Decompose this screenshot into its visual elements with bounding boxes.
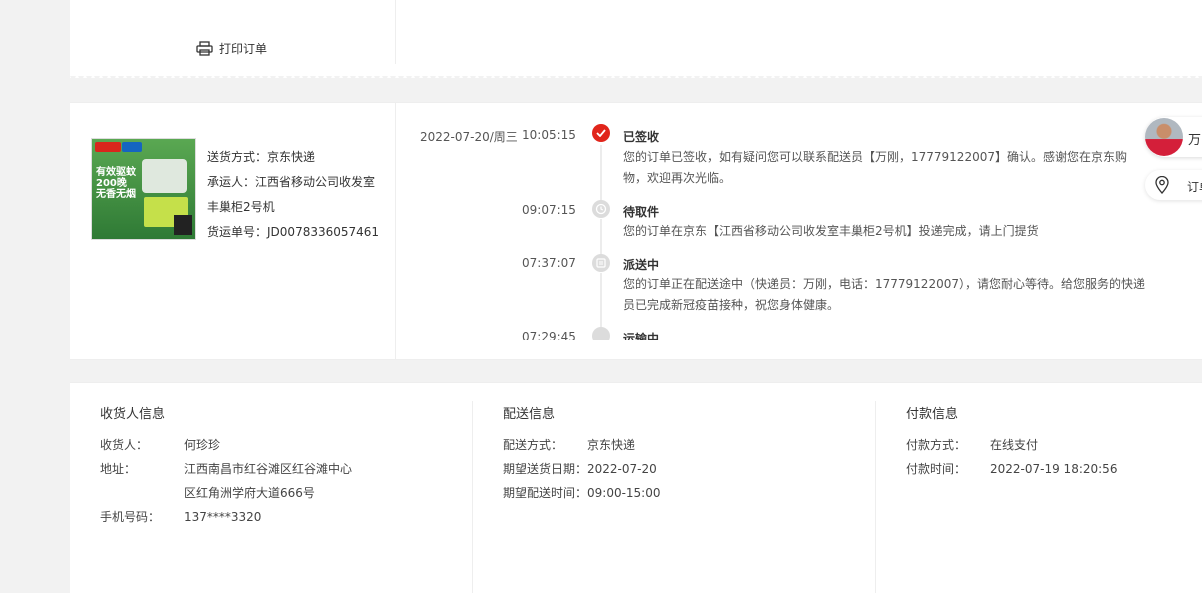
print-order-label: 打印订单 xyxy=(219,41,268,56)
product-image-caption: 有效驱蚊 200晚 无香无烟 xyxy=(96,167,136,200)
order-actions-panel: 打印订单 xyxy=(70,0,1202,78)
timeline-time: 10:05:15 xyxy=(522,128,576,142)
field-label: 期望送货日期： xyxy=(503,462,588,476)
tracking-number: 货运单号：JD0078336057461 xyxy=(207,225,380,239)
payment-method: 在线支付 xyxy=(990,438,1039,452)
order-track-widget[interactable]: 订单 xyxy=(1145,170,1202,200)
avatar xyxy=(1145,118,1183,156)
delivery-method: 京东快递 xyxy=(587,438,636,452)
timeline-status: 已签收 xyxy=(623,130,660,144)
receiver-address-line1: 江西南昌市红谷滩区红谷滩中心 xyxy=(184,462,353,476)
field-label: 付款时间： xyxy=(906,462,967,476)
shipment-panel: 有效驱蚊 200晚 无香无烟 送货方式：京东快递 承运人：江西省移动公司收发室 … xyxy=(70,102,1202,360)
print-order-button[interactable]: 打印订单 xyxy=(196,38,267,58)
field-label: 手机号码： xyxy=(100,510,161,524)
delivery-info-section: 配送信息 配送方式： 京东快递 期望送货日期： 2022-07-20 期望配送时间：… xyxy=(503,403,661,505)
payment-time: 2022-07-19 18:20:56 xyxy=(990,462,1118,476)
timeline-connector xyxy=(600,145,602,201)
timeline-status: 待取件 xyxy=(623,205,660,219)
shipping-info: 送货方式：京东快递 承运人：江西省移动公司收发室 丰巢柜2号机 货运单号：JD0… xyxy=(207,145,382,245)
timeline-time: 07:37:07 xyxy=(522,256,576,270)
timeline-time: 09:07:15 xyxy=(522,203,576,217)
timeline-status: 运输中 xyxy=(623,332,660,340)
ticket-edge-divider xyxy=(70,76,1202,82)
receiver-phone: 137****3320 xyxy=(184,510,262,524)
receiver-info-section: 收货人信息 收货人： 何珍珍 地址： 江西南昌市红谷滩区红谷滩中心 区红角洲学府大道… xyxy=(100,403,352,529)
delivery-time: 09:00-15:00 xyxy=(587,486,661,500)
section-title: 配送信息 xyxy=(503,407,556,422)
clock-icon xyxy=(592,200,610,218)
shipping-method: 送货方式：京东快递 xyxy=(207,150,316,164)
check-icon xyxy=(592,124,610,142)
timeline-description: 您的订单在京东【江西省移动公司收发室丰巢柜2号机】投递完成，请上门提货 xyxy=(623,224,1039,238)
timeline-description: 您的订单正在配送途中（快递员：万刚，电话：17779122007），请您耐心等待… xyxy=(623,277,1145,312)
section-title: 付款信息 xyxy=(906,407,959,422)
courier-contact-widget[interactable]: 万刚 xyxy=(1145,117,1202,157)
field-label: 配送方式： xyxy=(503,438,564,452)
tracking-timeline: 2022-07-20/周三 10:05:15 已签收 您的订单已签收，如有疑问您… xyxy=(396,103,1202,340)
field-label: 收货人： xyxy=(100,438,149,452)
receiver-name: 何珍珍 xyxy=(184,438,221,452)
field-label: 期望配送时间： xyxy=(503,486,588,500)
field-label: 付款方式： xyxy=(906,438,967,452)
divider xyxy=(472,401,473,593)
section-title: 收货人信息 xyxy=(100,407,166,422)
truck-icon xyxy=(592,327,610,340)
timeline-date: 2022-07-20/周三 xyxy=(420,130,518,144)
timeline-connector xyxy=(600,273,602,327)
receiver-address-line2: 区红角洲学府大道666号 xyxy=(184,486,315,500)
timeline-status: 派送中 xyxy=(623,258,660,272)
divider xyxy=(395,0,396,64)
carrier-line2: 丰巢柜2号机 xyxy=(207,200,275,214)
carrier: 承运人：江西省移动公司收发室 xyxy=(207,175,376,189)
order-track-label: 订单 xyxy=(1187,180,1202,194)
divider xyxy=(875,401,876,593)
timeline-connector xyxy=(600,219,602,255)
timeline-time: 07:29:45 xyxy=(522,330,576,340)
courier-name: 万刚 xyxy=(1188,133,1202,148)
order-info-panel: 收货人信息 收货人： 何珍珍 地址： 江西南昌市红谷滩区红谷滩中心 区红角洲学府大道… xyxy=(70,382,1202,593)
location-pin-icon xyxy=(1155,176,1169,194)
timeline-description: 您的订单已签收，如有疑问您可以联系配送员【万刚，17779122007】确认。感… xyxy=(623,150,1127,185)
courier-icon xyxy=(592,254,610,272)
payment-info-section: 付款信息 付款方式： 在线支付 付款时间： 2022-07-19 18:20:56 xyxy=(906,403,1117,481)
printer-icon xyxy=(196,40,213,56)
delivery-date: 2022-07-20 xyxy=(587,462,657,476)
field-label: 地址： xyxy=(100,462,137,476)
product-image[interactable]: 有效驱蚊 200晚 无香无烟 xyxy=(91,138,196,240)
